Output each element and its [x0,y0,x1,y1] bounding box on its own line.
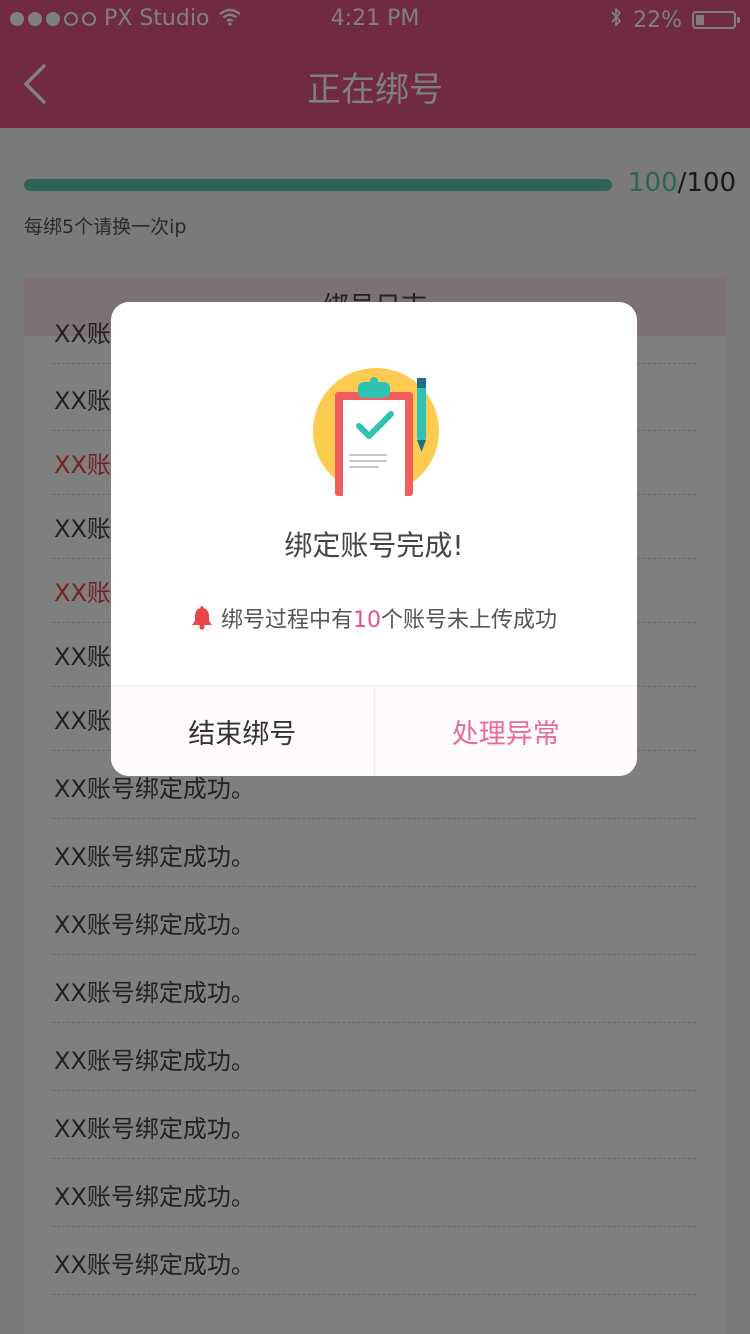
handle-exception-button[interactable]: 处理异常 [374,686,637,776]
message-suffix: 个账号未上传成功 [381,608,558,633]
dialog-message: 绑号过程中有10个账号未上传成功 [111,602,637,634]
dialog-title: 绑定账号完成! [284,529,464,562]
bind-progress-page: PX Studio 4:21 PM 22% 正在绑号 100/100 每绑5个请… [0,0,750,1334]
dialog-actions: 结束绑号 处理异常 [111,685,637,776]
end-binding-button[interactable]: 结束绑号 [111,686,375,776]
message-prefix: 绑号过程中有 [220,608,353,633]
bell-icon [191,606,213,630]
message-count: 10 [353,608,381,633]
clipboard-check-icon [311,366,441,496]
bind-complete-dialog: 绑定账号完成! 绑号过程中有10个账号未上传成功 结束绑号 处理异常 [111,302,637,776]
